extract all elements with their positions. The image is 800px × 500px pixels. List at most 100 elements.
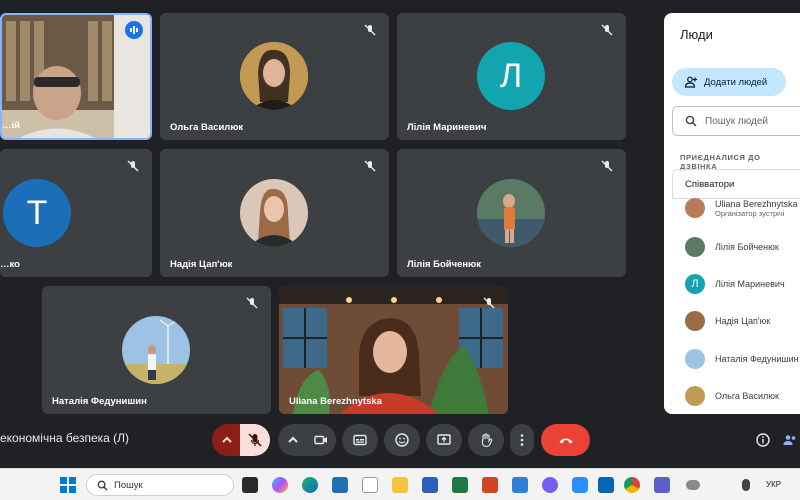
participant-tile[interactable]: Uliana Berezhnytska	[279, 286, 508, 414]
chevron-up-icon	[288, 436, 298, 443]
person-add-icon	[684, 76, 697, 88]
taskbar: Пошук УКР	[0, 468, 800, 500]
camera-icon	[314, 435, 327, 445]
people-list-item[interactable]: Uliana Berezhnytska Організатор зустрічі	[685, 198, 798, 218]
mic-off-icon	[483, 297, 495, 309]
person-name: Лілія Мариневич	[715, 279, 785, 289]
people-list-item[interactable]: Лілія Бойченюк	[685, 237, 779, 257]
participant-name: Надія Цап'юк	[170, 259, 233, 270]
keyboard-language[interactable]: УКР	[766, 480, 781, 489]
people-list-item[interactable]: Ольга Василюк	[685, 386, 779, 406]
participant-tile[interactable]: …ій	[0, 13, 152, 140]
participant-tile[interactable]: Л Лілія Мариневич	[397, 13, 626, 140]
person-name: Uliana Berezhnytska	[715, 198, 798, 209]
participant-avatar: Л	[477, 42, 545, 110]
chevron-up-icon	[222, 436, 232, 443]
word-icon[interactable]	[422, 477, 438, 493]
more-options-button[interactable]	[510, 424, 534, 456]
search-placeholder: Пошук людей	[705, 115, 769, 127]
taskbar-search[interactable]: Пошук	[86, 474, 234, 496]
leave-call-button[interactable]	[541, 424, 590, 456]
people-panel: Люди Додати людей Пошук людей ПРИЄДНАЛИС…	[664, 13, 800, 414]
person-name: Ольга Василюк	[715, 391, 779, 401]
contributors-group-toggle[interactable]: Співватори	[672, 169, 800, 199]
notepad-icon[interactable]	[362, 477, 378, 493]
participant-tile[interactable]: Надія Цап'юк	[160, 149, 389, 277]
participant-name: Ольга Василюк	[170, 122, 244, 133]
onedrive-icon[interactable]	[686, 480, 700, 490]
phone-hangup-icon	[559, 438, 572, 444]
meeting-info-button[interactable]	[748, 424, 778, 456]
mic-off-icon	[364, 24, 376, 36]
people-icon	[783, 435, 796, 445]
captions-button[interactable]	[342, 424, 378, 456]
raise-hand-button[interactable]	[468, 424, 504, 456]
participant-avatar	[122, 316, 190, 384]
speaking-indicator-icon	[125, 21, 143, 39]
zoom-icon[interactable]	[572, 477, 588, 493]
participant-avatar	[240, 42, 308, 110]
copilot-icon[interactable]	[272, 477, 288, 493]
store-icon[interactable]	[512, 477, 528, 493]
participant-tile[interactable]: Наталія Федунишин	[42, 286, 271, 414]
people-list-item[interactable]: Надія Цап'юк	[685, 311, 770, 331]
panel-title: Люди	[680, 27, 713, 42]
people-button[interactable]	[780, 424, 800, 456]
person-avatar: Л	[685, 274, 705, 294]
edge-icon[interactable]	[302, 477, 318, 493]
people-list-item[interactable]: Л Лілія Мариневич	[685, 274, 785, 294]
windows-start-icon[interactable]	[60, 477, 76, 493]
viber-icon[interactable]	[542, 477, 558, 493]
info-icon	[756, 433, 770, 447]
mail-icon[interactable]	[598, 477, 614, 493]
present-icon	[437, 434, 451, 445]
participant-tile[interactable]: Ольга Василюк	[160, 13, 389, 140]
chrome-icon[interactable]	[624, 477, 640, 493]
search-icon	[685, 115, 697, 127]
mic-off-icon	[601, 160, 613, 172]
monitor-app-icon[interactable]	[332, 477, 348, 493]
mic-off-icon	[246, 297, 258, 309]
search-icon	[97, 480, 108, 491]
microphone-tray-icon[interactable]	[742, 479, 750, 491]
group-label: Співватори	[685, 178, 735, 190]
participant-name: Лілія Бойченюк	[407, 259, 482, 270]
mic-off-icon	[248, 433, 262, 447]
powerpoint-icon[interactable]	[482, 477, 498, 493]
meeting-title: економічна безпека (Л)	[0, 431, 130, 445]
excel-icon[interactable]	[452, 477, 468, 493]
file-explorer-icon[interactable]	[392, 477, 408, 493]
participant-avatar	[477, 179, 545, 247]
present-button[interactable]	[426, 424, 462, 456]
teams-icon[interactable]	[654, 477, 670, 493]
emoji-button[interactable]	[384, 424, 420, 456]
taskbar-search-label: Пошук	[114, 479, 143, 491]
mic-off-icon	[364, 160, 376, 172]
person-name: Надія Цап'юк	[715, 316, 771, 326]
task-view-icon[interactable]	[242, 477, 258, 493]
person-avatar	[685, 311, 705, 331]
hand-icon	[481, 433, 493, 447]
mic-off-icon	[601, 24, 613, 36]
people-list-item[interactable]: Наталія Федунишин	[685, 349, 799, 369]
person-avatar	[685, 237, 705, 257]
mic-muted-button[interactable]	[240, 424, 270, 456]
camera-button[interactable]	[306, 424, 336, 456]
participant-avatar: Т	[3, 179, 71, 247]
person-role: Організатор зустрічі	[715, 208, 785, 218]
participant-tile[interactable]: Т …ко	[0, 149, 152, 277]
search-people-field[interactable]: Пошук людей	[672, 106, 800, 136]
participant-name: Наталія Федунишин	[52, 396, 147, 407]
mic-options-button[interactable]	[212, 424, 242, 456]
mic-off-icon	[127, 160, 139, 172]
camera-options-button[interactable]	[278, 424, 308, 456]
more-vert-icon	[520, 434, 524, 446]
participant-tile[interactable]: Лілія Бойченюк	[397, 149, 626, 277]
person-avatar	[685, 386, 705, 406]
participant-video	[279, 286, 508, 414]
add-people-button[interactable]: Додати людей	[672, 68, 786, 96]
participant-name: …ко	[0, 259, 20, 270]
person-name: Наталія Федунишин	[715, 354, 799, 364]
emoji-icon	[395, 433, 409, 447]
person-avatar	[685, 349, 705, 369]
